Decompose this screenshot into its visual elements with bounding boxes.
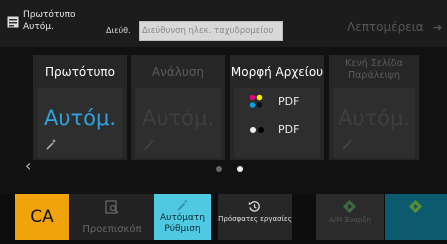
preview-icon	[105, 200, 119, 214]
recent-jobs-button[interactable]: Πρόσφατες εργασίες	[218, 194, 292, 240]
bw-format-value: PDF	[278, 123, 300, 136]
resolution-tile[interactable]: Ανάλυση Αυτόμ.	[131, 55, 225, 160]
page-dot-1[interactable]	[216, 166, 222, 172]
clear-all-button[interactable]: CA	[15, 194, 69, 240]
magic-wand-icon	[144, 139, 154, 150]
file-format-tile[interactable]: Μορφή Αρχείου PDF PDF	[230, 55, 324, 160]
history-icon	[248, 201, 260, 212]
scan-screen: Πρωτότυπο Αυτόμ. Διεύθ. Διεύθυνση ηλεκ. …	[0, 0, 447, 244]
preview-label: Προεπισκόπ	[82, 224, 142, 235]
original-tile[interactable]: Πρωτότυπο Αυτόμ.	[33, 55, 127, 160]
email-address-input[interactable]: Διεύθυνση ηλεκ. ταχυδρομείου	[139, 21, 283, 41]
blank-page-skip-value: Αυτόμ.	[337, 106, 411, 130]
recent-jobs-label: Πρόσφατες εργασίες	[218, 215, 292, 223]
magic-wand-icon	[46, 139, 56, 150]
start-diamond-icon	[342, 199, 357, 214]
blank-page-skip-title: Κενή Σελίδα Παράλειψη	[345, 58, 403, 81]
bottom-bar: CA Προεπισκόπ Αυτόματη Ρύθμιση Πρόσφατες	[0, 194, 447, 244]
bw-format-row: PDF	[230, 122, 324, 138]
start-diamond-icon	[408, 199, 423, 214]
arrow-right-icon: ➔	[433, 21, 443, 34]
top-bar: Πρωτότυπο Αυτόμ. Διεύθ. Διεύθυνση ηλεκ. …	[0, 0, 447, 47]
previous-page-arrow[interactable]: ‹	[25, 156, 31, 175]
resolution-tile-value: Αυτόμ.	[141, 106, 215, 130]
resolution-tile-title: Ανάλυση	[151, 65, 205, 79]
magic-wand-icon	[342, 139, 352, 150]
color-dots-icon	[249, 94, 263, 108]
preview-button[interactable]: Προεπισκόπ	[70, 194, 154, 240]
file-format-tile-title: Μορφή Αρχείου	[230, 65, 324, 79]
document-icon	[7, 16, 19, 28]
details-button[interactable]: Λεπτομέρεια	[347, 20, 424, 34]
bw-dots-icon	[250, 127, 264, 133]
address-label[interactable]: Διεύθ.	[106, 21, 131, 41]
bw-start-label: Α/Μ Έναρξη	[329, 216, 371, 224]
auto-setup-label: Αυτόματη Ρύθμιση	[159, 213, 206, 234]
original-tile-title: Πρωτότυπο	[45, 65, 115, 79]
original-auto-title: Πρωτότυπο Αυτόμ.	[23, 10, 76, 32]
color-start-button[interactable]	[385, 194, 447, 240]
bw-start-button[interactable]: Α/Μ Έναρξη	[316, 194, 384, 240]
blank-page-skip-tile[interactable]: Κενή Σελίδα Παράλειψη Αυτόμ.	[329, 55, 419, 160]
original-tile-value: Αυτόμ.	[43, 106, 117, 130]
auto-setup-button[interactable]: Αυτόματη Ρύθμιση	[154, 194, 211, 240]
page-dot-2[interactable]	[237, 166, 243, 172]
color-format-row: PDF	[230, 94, 324, 110]
color-format-value: PDF	[278, 95, 300, 108]
magic-wand-icon	[177, 199, 188, 211]
